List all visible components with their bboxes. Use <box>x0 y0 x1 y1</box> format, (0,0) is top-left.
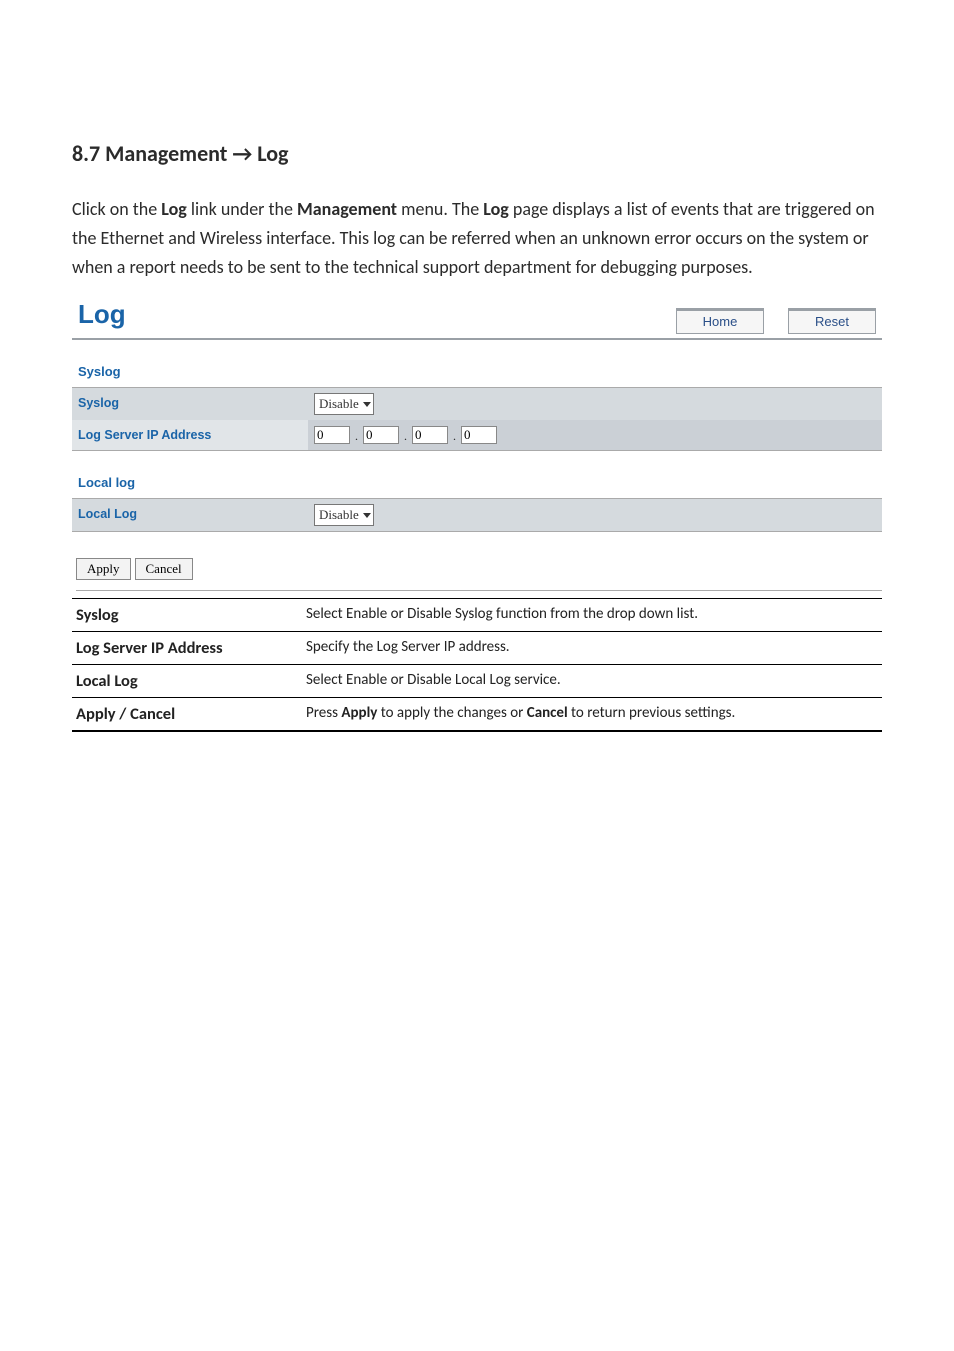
header-separator <box>72 338 882 340</box>
ip-octet-2[interactable] <box>363 426 399 444</box>
desc-text-local-log: Select Enable or Disable Local Log servi… <box>302 665 882 697</box>
ip-octet-4[interactable] <box>461 426 497 444</box>
syslog-section-heading: Syslog <box>72 364 882 379</box>
reset-button[interactable]: Reset <box>788 310 876 334</box>
desc-ac-bold-apply: Apply <box>341 704 377 722</box>
local-log-section-heading: Local log <box>72 475 882 490</box>
desc-ac-t1: Press <box>306 704 341 722</box>
desc-text-ip: Specify the Log Server IP address. <box>302 632 882 664</box>
description-table: Syslog Select Enable or Disable Syslog f… <box>72 598 882 731</box>
desc-ac-bold-cancel: Cancel <box>527 704 568 722</box>
desc-row: Syslog Select Enable or Disable Syslog f… <box>72 599 882 632</box>
desc-label-apply-cancel: Apply / Cancel <box>72 698 302 730</box>
desc-label-local-log: Local Log <box>72 665 302 697</box>
ip-octet-1[interactable] <box>314 426 350 444</box>
local-log-select-value: Disable <box>319 507 359 523</box>
desc-row: Apply / Cancel Press Apply to apply the … <box>72 698 882 731</box>
log-server-ip-label: Log Server IP Address <box>72 420 308 450</box>
section-heading: 8.7 Management → Log <box>72 140 882 167</box>
syslog-table: Syslog Disable Log Server IP Address . . <box>72 387 882 451</box>
config-panel: Log Home Reset Syslog Syslog Disable Log… <box>72 295 882 591</box>
intro-bold-management: Management <box>297 198 397 220</box>
home-button[interactable]: Home <box>676 310 764 334</box>
intro-bold-log2: Log <box>483 198 509 220</box>
chevron-down-icon <box>363 513 371 518</box>
intro-t1: Click on the <box>72 198 161 220</box>
ip-dot: . <box>403 429 408 445</box>
local-log-label: Local Log <box>72 499 308 531</box>
intro-bold-log: Log <box>161 198 187 220</box>
desc-label-ip: Log Server IP Address <box>72 632 302 664</box>
chevron-down-icon <box>363 402 371 407</box>
ip-dot: . <box>452 429 457 445</box>
desc-ac-t2: to apply the changes or <box>377 704 526 722</box>
syslog-label: Syslog <box>72 388 308 420</box>
local-log-select[interactable]: Disable <box>314 504 374 526</box>
desc-bottom-border <box>72 730 882 732</box>
syslog-select[interactable]: Disable <box>314 393 374 415</box>
intro-t3: menu. The <box>397 198 483 220</box>
local-log-table: Local Log Disable <box>72 498 882 532</box>
syslog-select-value: Disable <box>319 396 359 412</box>
ip-dot: . <box>354 429 359 445</box>
apply-button[interactable]: Apply <box>76 558 131 580</box>
desc-row: Local Log Select Enable or Disable Local… <box>72 665 882 698</box>
desc-text-apply-cancel: Press Apply to apply the changes or Canc… <box>302 698 882 730</box>
desc-label-syslog: Syslog <box>72 599 302 631</box>
intro-t2: link under the <box>187 198 297 220</box>
desc-text-syslog: Select Enable or Disable Syslog function… <box>302 599 882 631</box>
page-title: Log <box>72 295 132 336</box>
ip-octet-3[interactable] <box>412 426 448 444</box>
desc-row: Log Server IP Address Specify the Log Se… <box>72 632 882 665</box>
intro-paragraph: Click on the Log link under the Manageme… <box>72 195 882 281</box>
desc-ac-t3: to return previous settings. <box>568 704 736 722</box>
cancel-button[interactable]: Cancel <box>135 558 193 580</box>
